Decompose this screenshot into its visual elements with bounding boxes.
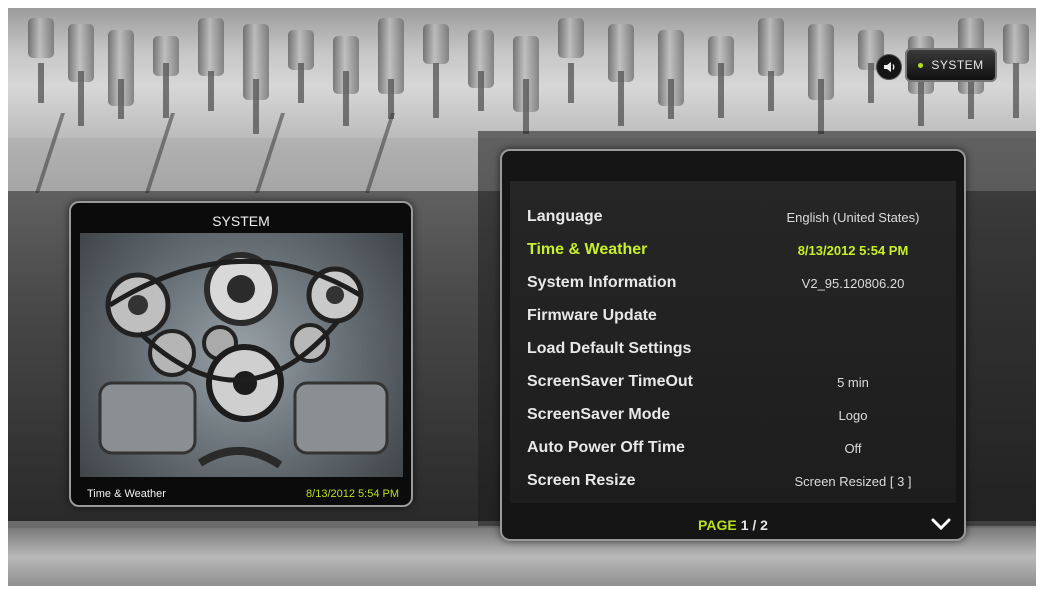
page-number: 1 / 2 [740,517,768,533]
console-knob [198,18,224,76]
menu-item[interactable]: Load Default Settings [510,333,956,365]
console-stick [38,63,44,103]
console-stick [298,63,304,103]
console-stick [433,63,439,118]
engine-illustration [98,252,389,469]
console-knob [423,24,449,64]
menu-item-label: Load Default Settings [527,340,692,357]
console-stick [868,63,874,103]
menu-item-label: System Information [527,274,677,291]
menu-item[interactable]: Screen Resize Screen Resized [ 3 ] [510,465,956,497]
console-stick [163,63,169,118]
chevron-glyph [931,518,951,531]
menu-item[interactable]: Firmware Update [510,300,956,332]
preview-item-label: Time & Weather [87,488,166,500]
menu-item-value: V2_95.120806.20 [801,276,905,291]
console-knob [758,18,784,76]
menu-item-label: ScreenSaver TimeOut [527,373,694,390]
menu-item-label: Auto Power Off Time [527,439,685,456]
preview-title: SYSTEM [212,213,270,229]
page-word: PAGE [698,517,737,533]
settings-list: Language English (United States) Time & We… [510,181,956,503]
screen-frame: SYSTEM SYSTEM Time & Weather 8/13/2012 5… [8,8,1036,586]
console-stick [668,79,674,119]
menu-item[interactable]: System Information V2_95.120806.20 [510,267,956,299]
console-knob [1003,24,1029,64]
menu-item-value: 8/13/2012 5:54 PM [797,243,909,258]
console-stick [718,63,724,118]
menu-item[interactable]: ScreenSaver TimeOut 5 min [510,366,956,398]
menu-item[interactable]: ScreenSaver Mode Logo [510,399,956,431]
console-stick [118,79,124,119]
menu-item-label: Screen Resize [527,472,636,489]
console-stick [818,79,824,134]
menu-item[interactable]: Time & Weather 8/13/2012 5:54 PM [510,234,956,266]
console-stick [618,71,624,126]
menu-item-value: 5 min [837,375,869,390]
console-stick [478,71,484,111]
menu-item-label: ScreenSaver Mode [527,406,671,423]
console-knob [558,18,584,58]
console-knob [28,18,54,58]
console-stick [523,79,529,134]
console-stick [208,71,214,111]
speaker-glyph [884,62,895,72]
menu-item-value: Off [844,441,862,456]
menu-item-value: Screen Resized [ 3 ] [794,474,912,489]
menu-item[interactable]: Language English (United States) [510,201,956,233]
console-stick [78,71,84,126]
menu-item-label: Language [527,208,603,225]
chevron-down-icon[interactable] [930,513,952,535]
active-dot [918,62,924,68]
preview-item-value: 8/13/2012 5:54 PM [306,488,399,500]
menu-item-label: Firmware Update [527,307,657,324]
settings-menu: Language English (United States) Time & We… [500,149,966,541]
console-stick [568,63,574,103]
console-stick [968,79,974,119]
console-stick [768,71,774,111]
speaker-icon[interactable] [876,54,902,80]
console-stick [1013,63,1019,118]
console-stick [253,79,259,134]
console-stick [343,71,349,126]
menu-item-value: English (United States) [786,210,920,225]
page-indicator: PAGE 1 / 2 [502,517,964,533]
system-section-button[interactable]: SYSTEM [905,48,997,82]
preview-panel: SYSTEM Time & Weather 8/13/2012 5:54 PM [69,201,413,507]
menu-item-label: Time & Weather [527,241,648,258]
engine-image [80,233,403,477]
menu-item[interactable]: Auto Power Off Time Off [510,432,956,464]
menu-item-value: Logo [838,408,868,423]
system-section-label: SYSTEM [931,58,984,72]
